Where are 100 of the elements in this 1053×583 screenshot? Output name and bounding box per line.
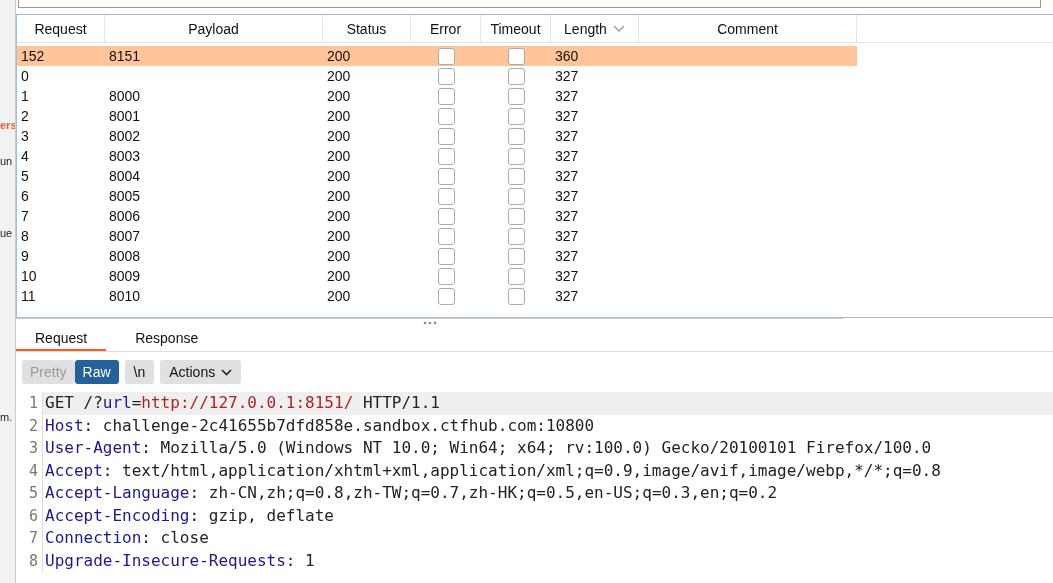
checkbox[interactable] [507,47,525,65]
table-cell-text: 8004 [108,167,142,186]
line-number: 5 [27,484,39,503]
table-cell-text: 327 [554,127,580,146]
table-cell-text: 327 [554,87,580,106]
table-cell-text: 200 [326,107,352,126]
table-cell-text: 200 [326,147,352,166]
table-row[interactable]: 3 8002 200 327 [17,126,1053,146]
table-cell-text: 5 [20,167,30,186]
checkbox[interactable] [507,167,525,185]
table-row[interactable]: 10 8009 200 327 [17,266,1053,286]
table-cell-text: 327 [554,107,580,126]
checkbox[interactable] [507,107,525,125]
table-cell-text: 200 [326,127,352,146]
table-row[interactable]: 11 8010 200 327 [17,286,1053,306]
table-cell-text: 7 [20,207,30,226]
line-number: 4 [27,461,39,480]
checkbox[interactable] [437,147,455,165]
table-cell-text: 200 [326,187,352,206]
table-cell-text: 327 [554,147,580,166]
table-cell-text: 327 [554,287,580,306]
column-header[interactable]: Timeout [481,15,551,42]
tab[interactable]: Request [16,326,107,351]
table-cell-text: 327 [554,267,580,286]
table-cell-text: 8 [20,227,30,246]
view-mode-button[interactable]: Raw [74,360,119,384]
checkbox[interactable] [437,207,455,225]
table-cell-text: 8009 [108,267,142,286]
table-cell-text: 3 [20,127,30,146]
code-line: Connection: close [42,527,1053,550]
table-cell-text: 10 [20,267,38,286]
table-cell-text: 327 [554,167,580,186]
checkbox[interactable] [437,107,455,125]
checkbox[interactable] [437,67,455,85]
table-row[interactable]: 2 8001 200 327 [17,106,1053,126]
checkbox[interactable] [507,87,525,105]
table-cell-text: 327 [554,207,580,226]
table-cell-text: 0 [20,67,30,86]
panel-text: m. [0,410,14,424]
tab[interactable]: Response [116,326,218,351]
checkbox[interactable] [437,287,455,305]
panel-text: un [0,154,14,168]
checkbox[interactable] [437,247,455,265]
table-cell-text: 8008 [108,247,142,266]
line-number: 6 [27,506,39,525]
table-row[interactable]: 4 8003 200 327 [17,146,1053,166]
table-row[interactable]: 7 8006 200 327 [17,206,1053,226]
table-row[interactable]: 152 8151 200 360 [17,46,1053,66]
checkbox[interactable] [437,267,455,285]
column-header[interactable]: Status [323,15,411,42]
table-cell-text: 4 [20,147,30,166]
checkbox[interactable] [507,287,525,305]
table-cell-text: 11 [20,287,37,306]
checkbox[interactable] [507,227,525,245]
checkbox[interactable] [507,67,525,85]
table-row[interactable]: 5 8004 200 327 [17,166,1053,186]
checkbox[interactable] [437,187,455,205]
table-row[interactable]: 8 8007 200 327 [17,226,1053,246]
checkbox[interactable] [507,247,525,265]
checkbox[interactable] [437,167,455,185]
table-cell: 8151 [105,46,323,66]
table-cell-text: 200 [326,287,352,306]
drag-handle-icon[interactable] [422,320,437,325]
table-cell-text: 327 [554,247,580,266]
checkbox[interactable] [507,127,525,145]
table-cell-text: 200 [326,267,352,286]
checkbox[interactable] [437,87,455,105]
table-cell-text: 200 [326,247,352,266]
line-number: 2 [27,416,39,435]
column-header[interactable]: Request [17,15,105,42]
checkbox[interactable] [507,207,525,225]
table-cell-text: 8006 [108,207,142,226]
code-line: Accept: text/html,application/xhtml+xml,application/xml;q=0.9,image/avif,image/webp,*/*;q=0.8 [42,459,1053,482]
table-cell-text: 8003 [108,147,142,166]
chevron-down-icon [612,25,625,32]
column-header[interactable]: Error [411,15,481,42]
code-line: Upgrade-Insecure-Requests: 1 [42,549,1053,572]
newline-button[interactable]: \n [124,360,155,384]
actions-button[interactable]: Actions [160,360,242,384]
column-header[interactable]: Payload [105,15,323,42]
table-cell: 200 [323,46,411,66]
table-cell-text: 8005 [108,187,142,206]
text-field[interactable] [18,0,1041,8]
table-row[interactable]: 6 8005 200 327 [17,186,1053,206]
checkbox[interactable] [507,267,525,285]
checkbox[interactable] [507,187,525,205]
checkbox[interactable] [437,127,455,145]
column-header[interactable]: Comment [639,15,857,42]
checkbox[interactable] [507,147,525,165]
table-row[interactable]: 0 200 327 [17,66,1053,86]
checkbox[interactable] [437,227,455,245]
checkbox[interactable] [437,47,455,65]
table-row[interactable]: 1 8000 200 327 [17,86,1053,106]
table-row[interactable]: 9 8008 200 327 [17,246,1053,266]
table-cell-text: 200 [326,167,352,186]
table-cell-text: 8007 [108,227,142,246]
table-cell-text: 327 [554,67,580,86]
line-number: 8 [27,551,39,570]
column-header[interactable]: Length [551,15,639,42]
table-cell-text: 200 [326,227,352,246]
